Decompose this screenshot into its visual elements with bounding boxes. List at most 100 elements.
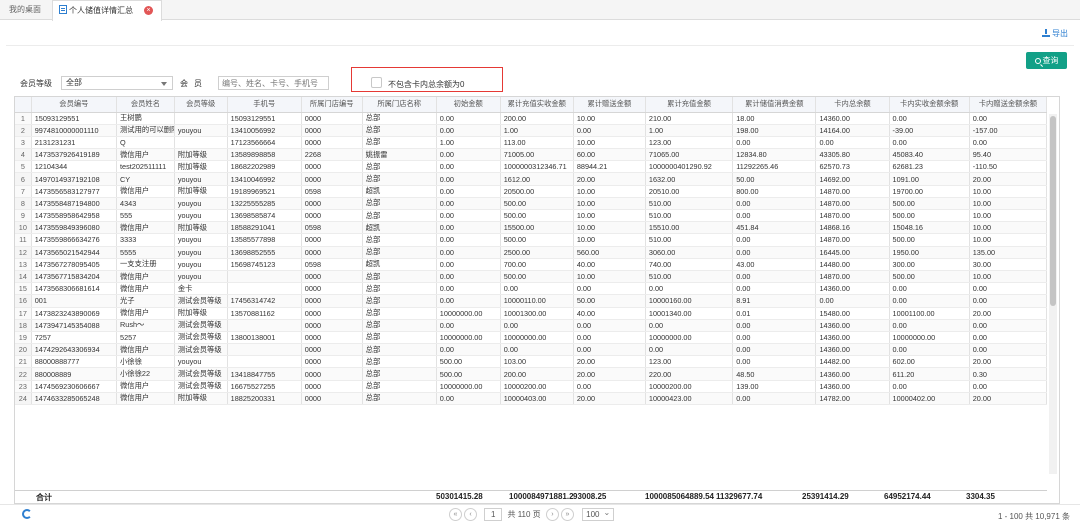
col-header[interactable]: 累计赠送金额 — [573, 97, 646, 113]
table-cell: 0000 — [301, 294, 363, 308]
table-row[interactable]: 9 1473558958642958 555 youyou 13698585874 000… — [15, 209, 1048, 223]
tab-home[interactable]: 我的桌面 — [9, 0, 41, 20]
table-row[interactable]: 16 001 光子 测试会员等级 17456314742 0000 总部 0.00 100001… — [15, 294, 1048, 308]
table-cell: 198.00 — [732, 124, 817, 137]
prev-page-button[interactable]: ‹ — [464, 508, 477, 522]
table-cell: 0000 — [301, 246, 363, 259]
table-cell: 总部 — [362, 392, 437, 406]
table-cell: 135.00 — [969, 246, 1048, 259]
col-header[interactable]: 累计储值消费金额 — [732, 97, 817, 113]
table-cell: 0.00 — [732, 246, 817, 259]
member-label: 会员 — [180, 79, 208, 88]
table-row[interactable]: 18 1473947145354088 Rush～ 测试会员等级 0000 总部 0.00 0… — [15, 319, 1048, 332]
table-cell: 0.00 — [732, 343, 817, 357]
col-header[interactable]: 所属门店名称 — [362, 97, 437, 113]
table-cell: 0.00 — [436, 294, 501, 308]
table-cell: 微信用户 — [116, 307, 175, 320]
table-cell: 200.00 — [500, 112, 574, 125]
table-row[interactable]: 1 15093129551 王树鹏 15093129551 0000 总部 0.00 200.… — [15, 112, 1048, 125]
table-cell: 0.00 — [969, 343, 1048, 357]
table-row[interactable]: 12 1473565021542944 5555 youyou 13698852555 0… — [15, 246, 1048, 259]
table-cell: 0000 — [301, 392, 363, 406]
next-page-button[interactable]: › — [545, 508, 559, 522]
table-row[interactable]: 23 1474569230606667 微信用户 测试会员等级 16675527255 0… — [15, 380, 1048, 393]
table-cell: 500.00 — [436, 355, 501, 369]
table-cell: 1000000312346.71 — [500, 160, 574, 174]
table-cell: youyou — [174, 197, 228, 211]
table-row[interactable]: 7 1473556583127977 微信用户 附加等级 19189969521 0598… — [15, 185, 1048, 198]
table-cell: 10000000.00 — [889, 331, 970, 345]
table-cell: 20.00 — [969, 172, 1048, 186]
table-cell: 500.00 — [889, 197, 970, 211]
table-cell: 1473559866634276 — [31, 233, 118, 247]
table-cell: 15093129551 — [227, 112, 302, 125]
table-row[interactable]: 3 2131231231 Q 17123566664 0000 总部 1.00 113.00 1… — [15, 136, 1048, 150]
table-header-row: 会员编号 会员姓名 会员等级 手机号 所属门店编号 所属门店名称 初始金额 累计充值实收金额累… — [15, 97, 1048, 113]
table-cell — [227, 319, 302, 332]
table-row[interactable]: 21 88000888777 小徐徐 youyou 0000 总部 500.00 103.00… — [15, 355, 1048, 369]
table-cell: 13589898858 — [227, 148, 302, 162]
table-row[interactable]: 15 1473568306681614 微信用户 金卡 0000 总部 0.00 0.00 0.… — [15, 282, 1048, 296]
page-input[interactable]: 1 — [484, 508, 503, 522]
table-cell: Rush～ — [116, 319, 175, 332]
table-row[interactable]: 13 1473567278095405 一支支注册 youyou 15698745123… — [15, 258, 1048, 271]
table-row[interactable]: 17 1473823243890069 微信用户 附加等级 13570881162 000… — [15, 307, 1048, 320]
table-cell: 1497014937192108 — [31, 172, 118, 186]
table-cell — [227, 270, 302, 284]
table-cell: 10001300.00 — [500, 307, 574, 320]
table-cell: 0.00 — [436, 343, 501, 357]
table-cell: 210.00 — [645, 112, 734, 125]
col-header[interactable]: 会员等级 — [174, 97, 228, 113]
export-button[interactable]: 导出 — [1042, 27, 1068, 41]
first-page-button[interactable]: « — [449, 508, 462, 522]
col-header[interactable]: 累计充值金额 — [645, 97, 734, 113]
table-row[interactable]: 4 1473537926419189 微信用户 附加等级 13589898858 2268… — [15, 148, 1048, 162]
table-cell: 1474292643306934 — [31, 343, 118, 357]
col-header[interactable]: 卡内实收金额余额 — [889, 97, 970, 113]
col-header[interactable]: 累计充值实收金额 — [500, 97, 574, 113]
page-size-select[interactable]: 100 — [582, 507, 615, 522]
table-row[interactable]: 19 7257 5257 测试会员等级 13800138001 0000 总部 1000000… — [15, 331, 1048, 345]
member-level-select[interactable]: 全部 — [61, 76, 173, 90]
table-cell: CY — [116, 172, 175, 186]
table-cell: 0.00 — [645, 282, 734, 296]
table-row[interactable]: 20 1474292643306934 微信用户 测试会员等级 0000 总部 0.00 0.… — [15, 343, 1048, 357]
table-cell: 602.00 — [889, 355, 970, 369]
table-row[interactable]: 8 1473558487194800 4343 youyou 13225555285 00… — [15, 197, 1048, 211]
col-header[interactable]: 初始金额 — [436, 97, 501, 113]
scrollbar-thumb[interactable] — [1050, 116, 1056, 306]
col-header[interactable]: 会员编号 — [31, 97, 118, 113]
col-header[interactable]: 卡内总余额 — [815, 97, 890, 113]
table-cell: 0.00 — [436, 148, 501, 162]
col-header[interactable]: 会员姓名 — [116, 97, 175, 113]
table-row[interactable]: 6 1497014937192108 CY youyou 13410046992 0000… — [15, 172, 1048, 186]
table-row[interactable]: 24 1474633285065248 微信用户 附加等级 18825200331 000… — [15, 392, 1048, 406]
table-cell: 0000 — [301, 319, 363, 332]
table-row[interactable]: 14 1473567715834204 微信用户 youyou 0000 总部 0.00 50… — [15, 270, 1048, 284]
table-cell: 14360.00 — [815, 282, 890, 296]
col-header[interactable]: 所属门店编号 — [301, 97, 363, 113]
table-row[interactable]: 5 12104344 test202511111 附加等级 18682202989 000… — [15, 160, 1048, 174]
exclude-zero-checkbox[interactable] — [371, 77, 382, 88]
table-row[interactable]: 11 1473559866634276 3333 youyou 13585577898 0… — [15, 233, 1048, 247]
table-cell: 超凯 — [362, 185, 437, 198]
table-cell: 14692.00 — [815, 172, 890, 186]
row-number: 4 — [15, 148, 32, 162]
tab-storage-detail[interactable]: 个人储值详情汇总 × — [52, 0, 162, 21]
table-cell: 0.00 — [732, 392, 817, 406]
col-header[interactable]: 卡内赠送金额余额 — [969, 97, 1048, 113]
table-cell: 220.00 — [645, 367, 734, 381]
member-search-input[interactable] — [218, 76, 329, 90]
table-cell: 20.00 — [969, 307, 1048, 320]
table-row[interactable]: 10 1473559849396080 微信用户 附加等级 18588291041 059… — [15, 221, 1048, 235]
table-row[interactable]: 2 9974810000001110 测试用的可以删除 youyou 134100569… — [15, 124, 1048, 137]
close-icon[interactable]: × — [144, 6, 153, 15]
last-page-button[interactable]: » — [560, 508, 574, 522]
query-button[interactable]: 查询 — [1026, 52, 1067, 69]
vertical-scrollbar[interactable] — [1049, 114, 1057, 474]
table-row[interactable]: 22 880008889 小徐徐22 测试会员等级 13418847755 0000 总部 5… — [15, 367, 1048, 381]
table-cell: youyou — [174, 209, 228, 223]
refresh-icon[interactable] — [22, 509, 32, 519]
table-cell: 10000110.00 — [500, 294, 574, 308]
col-header[interactable]: 手机号 — [227, 97, 302, 113]
